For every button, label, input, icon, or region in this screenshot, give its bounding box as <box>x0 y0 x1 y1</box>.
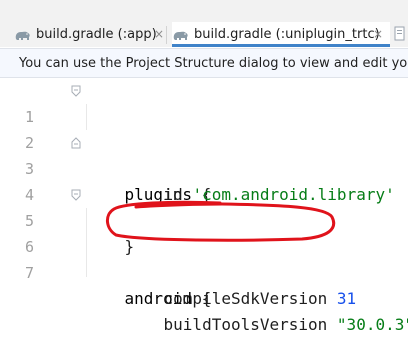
close-icon[interactable]: × <box>154 22 164 47</box>
code-line[interactable]: 7 buildToolsVersion "30.0.3" <box>0 234 408 334</box>
code-line[interactable]: 1 plugins { <box>0 78 408 204</box>
fold-close-icon[interactable] <box>71 137 81 149</box>
gradle-elephant-icon <box>173 31 188 40</box>
code-line[interactable]: 2 id 'com.android.library' <box>0 104 408 204</box>
code-line[interactable]: 3 } <box>0 130 408 256</box>
tab-build-gradle-app[interactable]: build.gradle (:app) × <box>14 22 164 47</box>
editor-tab-bar: build.gradle (:app) × build.gradle (:uni… <box>0 0 408 47</box>
tab-build-gradle-uniplugin-trtc[interactable]: build.gradle (:uniplugin_trtc) × <box>172 22 390 47</box>
fold-open-icon[interactable] <box>71 85 81 97</box>
tab-divider <box>166 26 167 44</box>
gradle-elephant-icon <box>15 31 30 40</box>
build-tools-property: buildToolsVersion <box>163 315 337 334</box>
code-line[interactable]: 6 compileSdkVersion 31 <box>0 208 408 308</box>
code-content: buildToolsVersion "30.0.3" <box>125 286 408 364</box>
banner-text: You can use the Project Structure dialog… <box>19 56 408 71</box>
build-tools-value: "30.0.3" <box>336 315 408 334</box>
tab-label: build.gradle (:uniplugin_trtc) <box>194 27 380 42</box>
code-line[interactable]: 5 android { <box>0 182 408 308</box>
project-structure-banner: You can use the Project Structure dialog… <box>0 48 408 78</box>
line-number: 7 <box>24 264 34 282</box>
code-line[interactable]: 4 <box>0 156 408 204</box>
file-tab-overflow-icon[interactable] <box>394 26 406 42</box>
fold-open-icon[interactable] <box>71 189 81 201</box>
close-icon[interactable]: × <box>373 22 383 44</box>
tab-label: build.gradle (:app) <box>36 27 157 42</box>
